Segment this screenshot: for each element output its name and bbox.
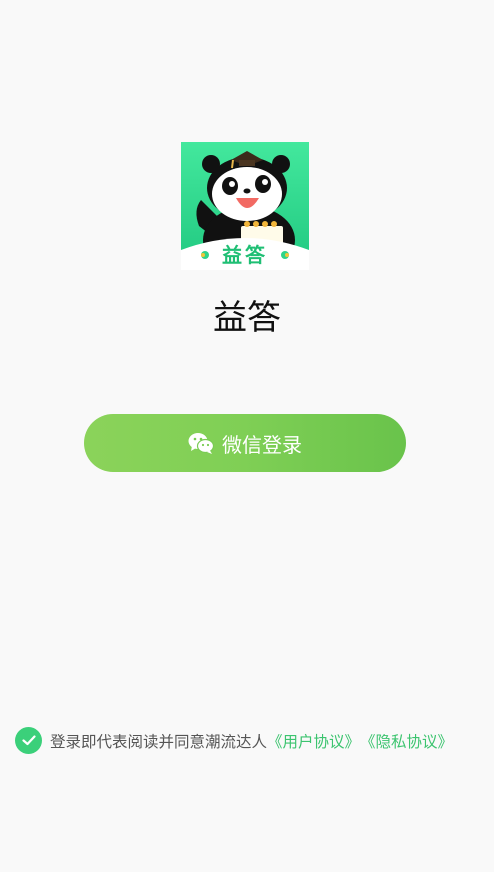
privacy-policy-link[interactable]: 《隐私协议》 (360, 730, 453, 752)
agreement-text: 登录即代表阅读并同意潮流达人 (50, 732, 268, 751)
agreement-checkbox[interactable] (15, 727, 42, 754)
wechat-login-label: 微信登录 (222, 432, 302, 457)
logo-text: 益答 (222, 243, 268, 267)
app-logo: 益答 (181, 142, 309, 270)
agreement-row: 登录即代表阅读并同意潮流达人 《用户协议》 《隐私协议》 (15, 727, 453, 754)
user-agreement-link[interactable]: 《用户协议》 (267, 730, 360, 752)
wechat-icon (188, 432, 215, 454)
app-name: 益答 (213, 298, 281, 338)
check-icon (21, 735, 36, 746)
panda-mascot-icon: 益答 (181, 142, 309, 270)
wechat-login-button[interactable]: 微信登录 (84, 414, 406, 472)
